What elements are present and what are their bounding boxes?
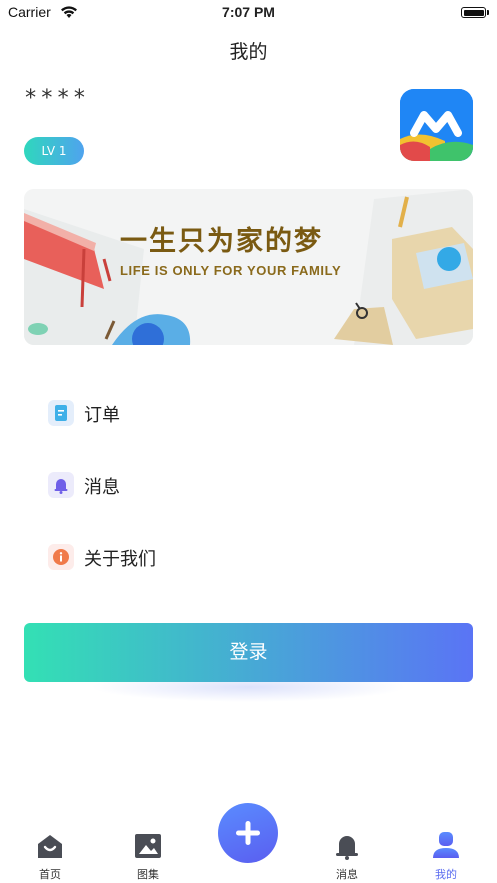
status-bar: Carrier 7:07 PM (0, 0, 497, 26)
plus-icon (236, 821, 260, 845)
level-badge: LV 1 (24, 137, 84, 165)
menu-item-orders[interactable]: 订单 (46, 396, 466, 430)
tab-label-home: 首页 (39, 868, 61, 881)
bell-icon (336, 836, 358, 860)
login-button[interactable]: 登录 (24, 623, 473, 682)
bell-icon (48, 472, 74, 498)
page-title: 我的 (229, 41, 268, 63)
menu-item-messages[interactable]: 消息 (46, 468, 466, 502)
tab-home[interactable]: 首页 (20, 828, 80, 883)
tab-messages[interactable]: 消息 (317, 828, 377, 883)
promo-banner[interactable]: 一生只为家的梦 LIFE IS ONLY FOR YOUR FAMILY (24, 189, 473, 345)
menu-label-orders: 订单 (84, 405, 120, 426)
tab-gallery[interactable]: 图集 (118, 828, 178, 883)
menu-label-messages: 消息 (84, 477, 120, 498)
battery-icon (461, 7, 486, 18)
home-icon (38, 835, 62, 858)
banner-subtitle: LIFE IS ONLY FOR YOUR FAMILY (120, 263, 342, 278)
banner-title: 一生只为家的梦 (120, 226, 323, 257)
tab-mine[interactable]: 我的 (416, 828, 476, 883)
tab-label-gallery: 图集 (137, 868, 159, 881)
tab-label-mine: 我的 (435, 868, 457, 881)
clock: 7:07 PM (222, 4, 275, 20)
info-icon (48, 544, 74, 570)
tab-label-messages: 消息 (336, 868, 358, 881)
menu-label-about: 关于我们 (84, 549, 156, 570)
logo-mark-icon (400, 89, 473, 161)
username[interactable]: **** (24, 86, 89, 111)
menu-item-about[interactable]: 关于我们 (46, 540, 466, 574)
app-logo[interactable] (400, 89, 473, 161)
add-button[interactable] (218, 803, 278, 863)
gallery-icon (135, 834, 161, 858)
order-icon (48, 400, 74, 426)
user-icon (433, 832, 459, 858)
